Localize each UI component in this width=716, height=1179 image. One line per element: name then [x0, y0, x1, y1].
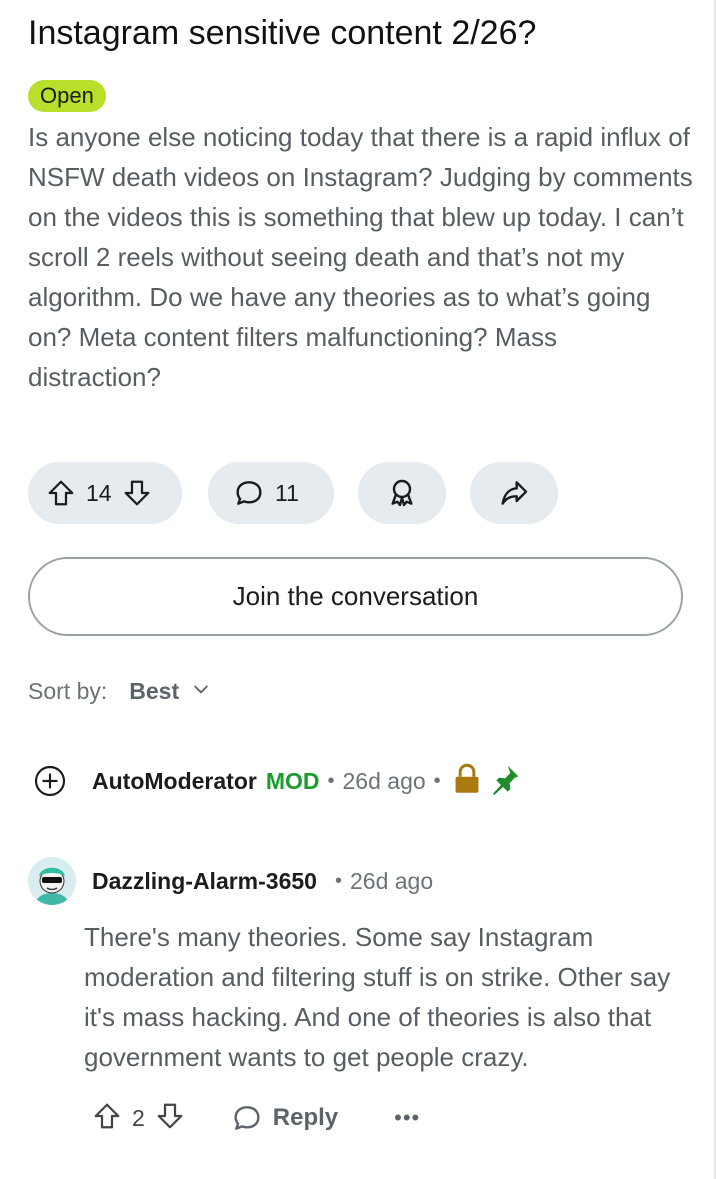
chevron-down-icon [191, 678, 211, 705]
post-flair[interactable]: Open [28, 80, 106, 112]
downvote-arrow-icon[interactable] [155, 1101, 185, 1136]
automod-age: 26d ago [342, 767, 426, 794]
plus-circle-icon[interactable] [34, 765, 66, 797]
comment-vote-count: 2 [132, 1104, 145, 1131]
separator-dot: • [334, 869, 342, 892]
upvote-arrow-icon[interactable] [46, 478, 76, 508]
reply-bubble-icon [234, 1106, 260, 1130]
award-ribbon-icon [386, 477, 418, 509]
mod-badge: MOD [265, 767, 320, 794]
sort-value: Best [129, 678, 180, 704]
upvote-arrow-icon[interactable] [92, 1101, 122, 1136]
reply-label: Reply [272, 1104, 339, 1131]
post-vote-bar: 14 [28, 462, 182, 524]
comments-button[interactable]: 11 [208, 462, 334, 524]
comment-author[interactable]: Dazzling-Alarm-3650 [92, 868, 317, 895]
separator-dot: • [327, 769, 335, 792]
comment-body: There's many theories. Some say Instagra… [84, 922, 671, 1072]
comment-bubble-icon [233, 477, 265, 509]
post-body: Is anyone else noticing today that there… [28, 122, 693, 392]
pin-icon [489, 763, 521, 800]
award-button[interactable] [358, 462, 446, 524]
reply-button[interactable]: Reply [231, 1102, 338, 1134]
automod-comment-header: AutoModerator MOD • 26d ago • [34, 763, 521, 799]
separator-dot: • [433, 769, 441, 792]
comment-actions: 2 Reply ••• [92, 1097, 420, 1139]
automod-author[interactable]: AutoModerator [92, 768, 257, 795]
sort-control[interactable]: Sort by: Best [28, 678, 211, 705]
sort-label: Sort by: [28, 678, 108, 704]
comment-age: 26d ago [349, 867, 434, 894]
more-options-button[interactable]: ••• [394, 1105, 420, 1131]
comment-count: 11 [275, 479, 299, 506]
join-conversation-button[interactable]: Join the conversation [28, 557, 683, 636]
post-title: Instagram sensitive content 2/26? [28, 14, 537, 52]
avatar[interactable] [28, 857, 76, 905]
downvote-arrow-icon[interactable] [122, 478, 152, 508]
comment-header: Dazzling-Alarm-3650 • 26d ago [92, 866, 433, 896]
post-vote-count: 14 [86, 479, 112, 506]
share-button[interactable] [470, 462, 558, 524]
lock-icon [453, 763, 481, 800]
share-arrow-icon [498, 477, 530, 509]
